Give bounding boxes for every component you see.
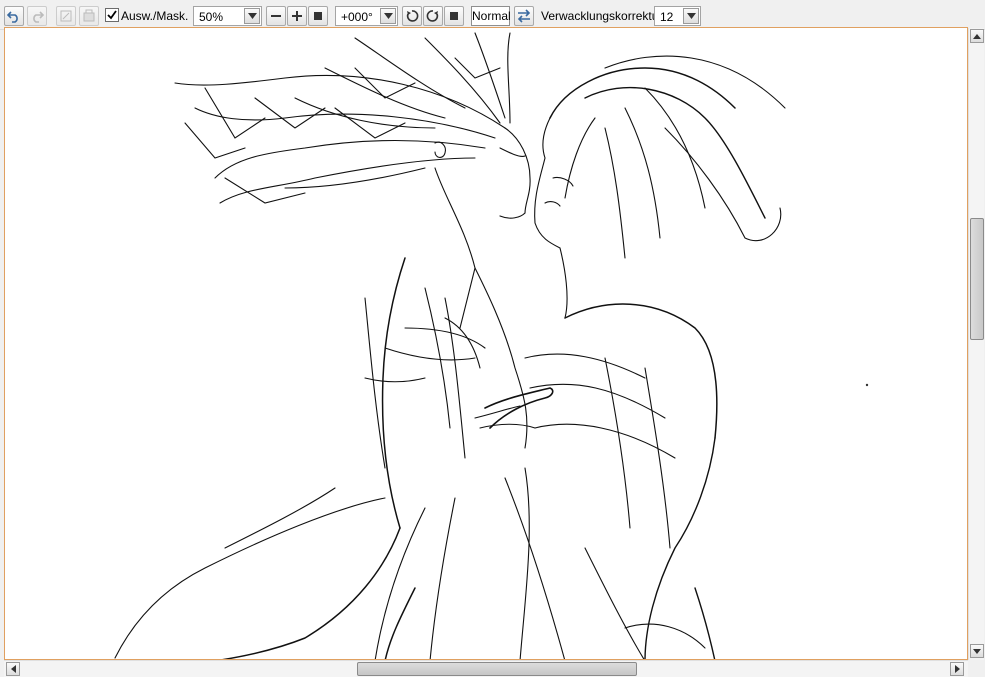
- flip-button[interactable]: [514, 6, 534, 26]
- selection-mask-checkbox[interactable]: [105, 8, 119, 22]
- rotation-reset-button[interactable]: [444, 6, 464, 26]
- undo-button[interactable]: [4, 6, 24, 26]
- vertical-scroll-thumb[interactable]: [970, 218, 984, 340]
- fill-button[interactable]: [79, 6, 99, 26]
- stabilizer-value: 12: [660, 10, 674, 24]
- minus-icon: [271, 15, 281, 17]
- sketch-artwork: [114, 32, 869, 659]
- redo-button[interactable]: [27, 6, 47, 26]
- stabilizer-dropdown-arrow[interactable]: [683, 8, 699, 24]
- blend-mode-display[interactable]: Normal: [471, 6, 511, 26]
- rotate-right-button[interactable]: [423, 6, 443, 26]
- stabilizer-select[interactable]: 12: [654, 6, 701, 26]
- redo-icon: [33, 11, 44, 23]
- chevron-down-icon: [686, 13, 696, 19]
- horizontal-scrollbar[interactable]: [4, 660, 968, 677]
- arrow-down-icon: [973, 648, 981, 654]
- clear-button[interactable]: [56, 6, 76, 26]
- plus-icon: [292, 11, 302, 21]
- arrow-left-icon: [10, 665, 16, 673]
- undo-icon: [7, 11, 18, 23]
- horizontal-scroll-thumb[interactable]: [357, 662, 637, 676]
- rotation-dropdown-arrow[interactable]: [380, 8, 396, 24]
- vertical-scrollbar[interactable]: [968, 28, 984, 660]
- drawing-canvas[interactable]: [4, 27, 968, 660]
- zoom-out-button[interactable]: [266, 6, 286, 26]
- stabilizer-label: Verwacklungskorrektur: [541, 9, 663, 23]
- flip-arrows-icon: [517, 9, 531, 23]
- chevron-down-icon: [383, 13, 393, 19]
- zoom-reset-button[interactable]: [308, 6, 328, 26]
- scroll-left-button[interactable]: [6, 662, 20, 676]
- square-icon: [450, 12, 458, 20]
- scroll-up-button[interactable]: [970, 29, 984, 43]
- square-icon: [314, 12, 322, 20]
- rotation-value: +000°: [341, 10, 373, 24]
- clear-layer-icon: [60, 10, 72, 22]
- zoom-select[interactable]: 50%: [193, 6, 262, 26]
- zoom-value: 50%: [199, 10, 224, 24]
- zoom-dropdown-arrow[interactable]: [244, 8, 260, 24]
- scrollbar-corner: [968, 660, 985, 677]
- rotate-left-icon: [406, 10, 419, 22]
- selection-mask-label: Ausw./Mask.: [121, 9, 189, 23]
- arrow-up-icon: [973, 33, 981, 39]
- zoom-in-button[interactable]: [287, 6, 307, 26]
- toolbar: Ausw./Mask. 50% +000° Normal Verwacklung…: [0, 0, 985, 30]
- scroll-down-button[interactable]: [970, 644, 984, 658]
- arrow-right-icon: [954, 665, 960, 673]
- fill-icon: [83, 9, 95, 22]
- chevron-down-icon: [247, 13, 257, 19]
- scroll-right-button[interactable]: [950, 662, 964, 676]
- checkmark-icon: [107, 10, 117, 20]
- rotate-right-icon: [426, 10, 439, 22]
- rotate-left-button[interactable]: [402, 6, 422, 26]
- rotation-select[interactable]: +000°: [335, 6, 398, 26]
